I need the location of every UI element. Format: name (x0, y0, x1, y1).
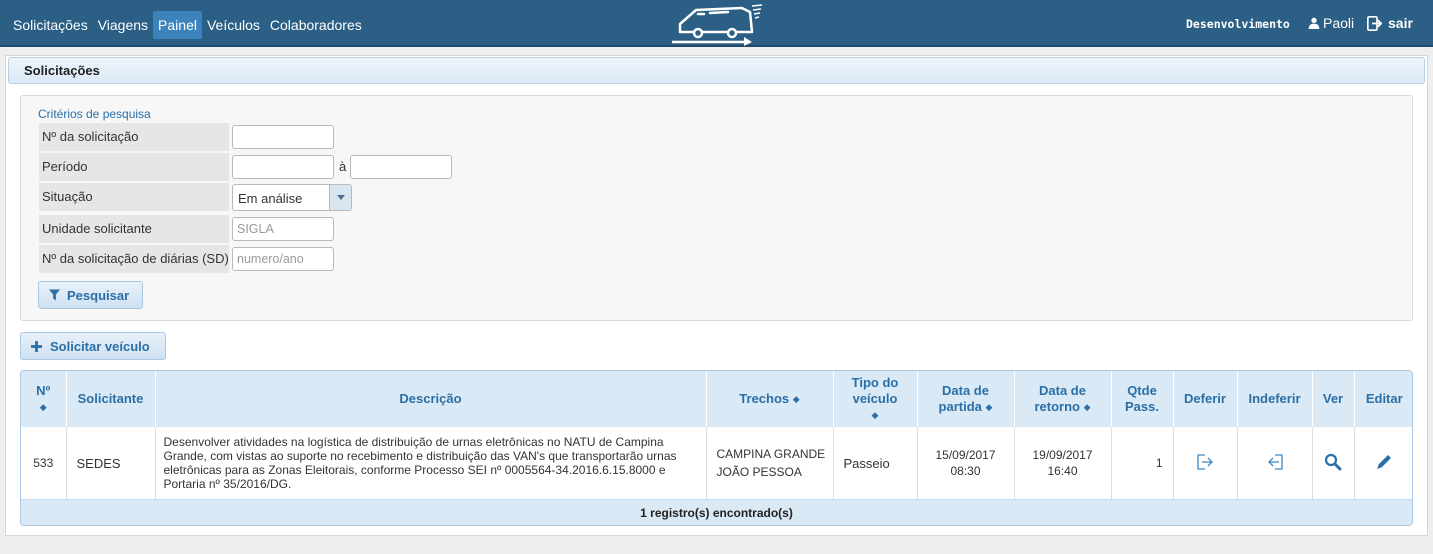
user-icon (1308, 17, 1320, 29)
unit-input[interactable] (232, 217, 334, 241)
col-vehicle-type[interactable]: Tipo do veículo ◆ (833, 371, 918, 427)
col-return-label-2: retorno (1034, 398, 1080, 414)
logout-link[interactable]: sair (1367, 15, 1413, 31)
col-view: Ver (1312, 371, 1355, 427)
sort-icon[interactable]: ◆ (1084, 399, 1091, 415)
period-separator: à (339, 159, 347, 174)
nav-item-solicitacoes[interactable]: Solicitações (8, 11, 93, 39)
main-container: Solicitações Critérios de pesquisa Nº da… (5, 55, 1428, 536)
period-label: Período (39, 153, 229, 181)
nav-item-colaboradores[interactable]: Colaboradores (265, 11, 367, 39)
col-departure-label-1: Data de (942, 382, 989, 398)
cell-departure: 15/09/2017 08:30 (917, 427, 1015, 499)
request-number-input[interactable] (232, 125, 334, 149)
pencil-icon[interactable] (1375, 453, 1393, 471)
filter-icon (49, 289, 60, 301)
col-requester: Solicitante (66, 371, 156, 427)
environment-label: Desenvolvimento (1186, 17, 1290, 31)
filters-legend: Critérios de pesquisa (38, 107, 151, 121)
col-passengers-label-1: Qtde (1127, 383, 1157, 398)
col-reject: Indeferir (1237, 371, 1313, 427)
col-passengers-label-2: Pass. (1125, 399, 1159, 414)
col-return-label-1: Data de (1039, 382, 1086, 398)
cell-number: 533 (21, 427, 67, 499)
reject-icon[interactable] (1266, 453, 1284, 471)
table-footer: 1 registro(s) encontrado(s) (21, 499, 1412, 525)
top-navbar: Solicitações Viagens Painel Veículos Col… (0, 0, 1433, 47)
nav-item-veiculos[interactable]: Veículos (202, 11, 265, 39)
cell-requester: SEDES (66, 427, 156, 499)
page-title: Solicitações (8, 57, 1425, 84)
col-routes[interactable]: Trechos ◆ (706, 371, 834, 427)
sd-label: Nº da solicitação de diárias (SD) (39, 245, 229, 273)
col-vehicle-type-label-2: veículo (852, 390, 898, 406)
status-select[interactable]: Em análise (232, 184, 352, 211)
cell-return: 19/09/2017 16:40 (1014, 427, 1112, 499)
sort-icon[interactable]: ◆ (986, 399, 993, 415)
search-icon[interactable] (1324, 453, 1342, 471)
col-approve: Deferir (1173, 371, 1238, 427)
sd-input[interactable] (232, 247, 334, 271)
request-number-label: Nº da solicitação (39, 123, 229, 151)
departure-date: 15/09/2017 (935, 448, 996, 462)
cell-approve (1173, 427, 1238, 499)
requests-table: Nº ◆ Solicitante Descrição Trechos ◆ Tip… (20, 370, 1413, 526)
status-select-value: Em análise (238, 191, 303, 206)
col-return[interactable]: Data de retorno ◆ (1014, 371, 1112, 427)
cell-vehicle-type: Passeio (833, 427, 918, 499)
return-date: 19/09/2017 (1032, 448, 1093, 462)
cell-reject (1237, 427, 1313, 499)
cell-edit (1354, 427, 1412, 499)
search-filters: Critérios de pesquisa Nº da solicitação … (20, 95, 1413, 321)
col-description: Descrição (155, 371, 707, 427)
table-header-row: Nº ◆ Solicitante Descrição Trechos ◆ Tip… (21, 371, 1412, 427)
search-button-label: Pesquisar (67, 287, 130, 303)
departure-time: 08:30 (950, 464, 981, 478)
col-routes-label: Trechos (739, 390, 790, 406)
col-passengers: Qtde Pass. (1111, 371, 1174, 427)
cell-description: Desenvolver atividades na logística de d… (155, 427, 707, 499)
return-time: 16:40 (1047, 464, 1078, 478)
col-vehicle-type-label-1: Tipo do (851, 374, 899, 390)
route-origin: CAMPINA GRANDE (716, 447, 826, 461)
request-vehicle-label: Solicitar veículo (50, 338, 150, 354)
period-start-input[interactable] (232, 155, 334, 179)
cell-view (1312, 427, 1355, 499)
nav-item-viagens[interactable]: Viagens (93, 11, 153, 39)
approve-icon[interactable] (1196, 453, 1214, 471)
unit-label: Unidade solicitante (39, 215, 229, 243)
table-row: 533 SEDES Desenvolver atividades na logí… (21, 427, 1412, 499)
route-destination: JOÃO PESSOA (716, 465, 802, 479)
col-edit: Editar (1354, 371, 1412, 427)
sort-icon[interactable]: ◆ (40, 399, 47, 415)
col-number[interactable]: Nº ◆ (21, 371, 67, 427)
status-label: Situação (39, 183, 229, 211)
period-end-input[interactable] (350, 155, 452, 179)
sort-icon[interactable]: ◆ (872, 407, 879, 423)
user-name: Paoli (1323, 15, 1355, 31)
col-departure-label-2: partida (938, 398, 982, 414)
plus-icon (31, 340, 42, 352)
user-menu[interactable]: Paoli (1308, 15, 1354, 31)
logout-icon (1367, 15, 1382, 31)
col-number-label: Nº (36, 382, 51, 398)
sort-icon[interactable]: ◆ (793, 391, 800, 407)
van-icon (672, 4, 763, 46)
col-departure[interactable]: Data de partida ◆ (917, 371, 1015, 427)
cell-passengers: 1 (1111, 427, 1174, 499)
main-nav: Solicitações Viagens Painel Veículos Col… (8, 11, 367, 39)
chevron-down-icon[interactable] (329, 185, 351, 210)
logout-label: sair (1388, 15, 1413, 31)
nav-item-painel[interactable]: Painel (153, 11, 202, 39)
request-vehicle-button[interactable]: Solicitar veículo (20, 332, 166, 360)
search-button[interactable]: Pesquisar (38, 281, 143, 309)
cell-routes: CAMPINA GRANDE JOÃO PESSOA (706, 427, 834, 499)
